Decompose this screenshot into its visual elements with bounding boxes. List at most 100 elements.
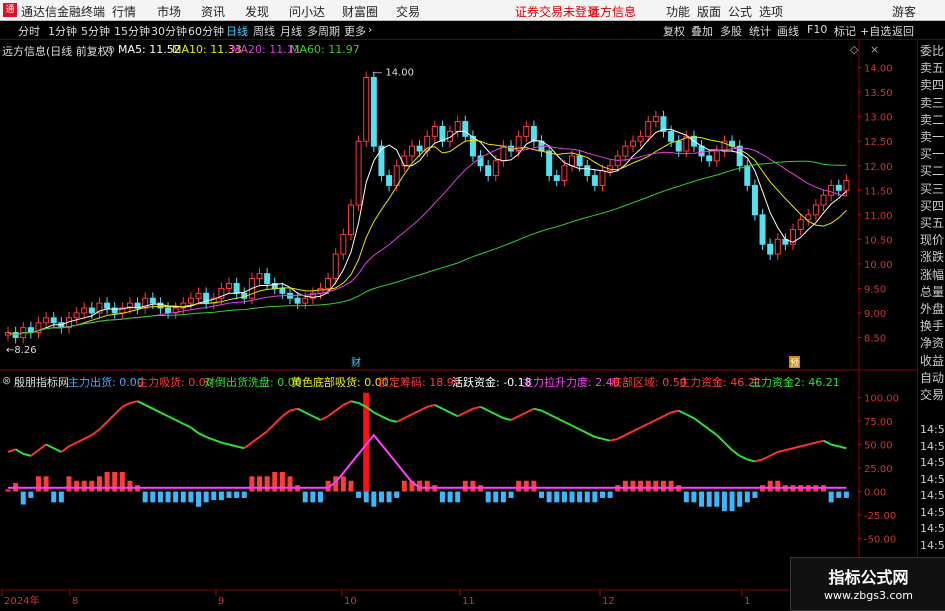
ind-main-line-seg <box>198 432 207 438</box>
period-weekly[interactable]: 周线 <box>253 23 275 39</box>
candle-body <box>401 155 408 167</box>
ind-bar-down <box>699 491 705 507</box>
indicator-settings-icon[interactable]: ⊗ <box>2 374 11 387</box>
side-panel-item-12[interactable]: 涨跌 <box>920 250 944 265</box>
tongji-button[interactable]: 统计 <box>749 23 771 39</box>
fuquan-button[interactable]: 复权 <box>663 23 685 39</box>
side-panel-item-16[interactable]: 换手 <box>920 319 944 334</box>
menu-gongneng[interactable]: 功能 <box>666 3 690 20</box>
biaoji-button[interactable]: 标记 <box>834 23 856 39</box>
candle-body <box>751 184 758 216</box>
ind-main-line-seg <box>808 441 817 446</box>
settings-icon[interactable]: ⊗ <box>106 43 115 56</box>
back-button[interactable]: 返回 <box>892 23 914 39</box>
side-panel-item-17[interactable]: 净资 <box>920 336 944 351</box>
trade-time-3: 14:56 <box>920 472 945 486</box>
ind-main-line-seg <box>441 407 451 414</box>
low-price-marker: ←8.26 <box>6 345 37 356</box>
period-15min[interactable]: 15分钟 <box>114 23 150 39</box>
ind-main-line-seg <box>830 443 839 448</box>
ind-bar-down <box>729 491 735 512</box>
menu-xuanxiang[interactable]: 选项 <box>759 3 783 20</box>
ind-bar-down <box>310 491 316 503</box>
period-5min[interactable]: 5分钟 <box>81 23 110 39</box>
side-panel-item-10[interactable]: 买五 <box>920 216 944 231</box>
side-panel-item-4[interactable]: 卖二 <box>920 113 944 128</box>
side-panel-item-2[interactable]: 卖四 <box>920 78 944 93</box>
ind-main-line-seg <box>624 430 634 436</box>
user-label[interactable]: 游客 <box>892 3 916 20</box>
menu-zixun[interactable]: 资讯 <box>201 3 225 20</box>
ind-main-line-seg <box>381 415 390 421</box>
menu-caifuquan[interactable]: 财富圈 <box>342 3 378 20</box>
side-panel-item-8[interactable]: 买三 <box>920 182 944 197</box>
ind-main-line-seg <box>373 411 382 418</box>
side-panel-item-7[interactable]: 买二 <box>920 164 944 179</box>
side-panel-item-0[interactable]: 委比 <box>920 44 944 59</box>
period-multi[interactable]: 多周期 <box>307 23 340 39</box>
side-panel-item-20[interactable]: 交易 <box>920 388 944 403</box>
ind-main-line-seg <box>533 407 542 412</box>
menu-shichang[interactable]: 市场 <box>157 3 181 20</box>
ind-bar-down <box>584 491 590 503</box>
ind-main-line-seg <box>388 419 397 423</box>
menu-hangqing[interactable]: 行情 <box>112 3 136 20</box>
side-panel-item-1[interactable]: 卖五 <box>920 61 944 76</box>
side-panel-item-6[interactable]: 买一 <box>920 147 944 162</box>
period-30min[interactable]: 30分钟 <box>151 23 187 39</box>
candle-body <box>774 238 781 255</box>
ind-main-line-seg <box>335 404 344 412</box>
chart-canvas[interactable]: 14.00 13.50 13.00 12.50 12.00 11.50 11.00 10.50… <box>0 40 917 609</box>
side-panel-item-9[interactable]: 买四 <box>920 199 944 214</box>
period-fenshi[interactable]: 分时 <box>18 23 40 39</box>
side-panel-item-14[interactable]: 总量 <box>920 285 944 300</box>
side-panel-item-18[interactable]: 收益 <box>920 354 944 369</box>
menu-faxian[interactable]: 发现 <box>245 3 269 20</box>
ind-bar-down <box>500 491 506 503</box>
menu-wenxiaoda[interactable]: 问小达 <box>289 3 325 20</box>
huaxian-button[interactable]: 画线 <box>777 23 799 39</box>
period-60min[interactable]: 60分钟 <box>188 23 224 39</box>
ind-main-line-seg <box>68 441 78 448</box>
menu-gongshi[interactable]: 公式 <box>728 3 752 20</box>
menu-jiaoyi[interactable]: 交易 <box>396 3 420 20</box>
period-1min[interactable]: 1分钟 <box>48 23 77 39</box>
trade-time-0: 14:56 <box>920 423 945 436</box>
duogu-button[interactable]: 多股 <box>720 23 742 39</box>
period-daily[interactable]: 日线 <box>226 23 248 39</box>
diamond-icon[interactable]: ◇ <box>850 43 858 56</box>
ind-y-tick-label: 25.00 <box>864 464 893 475</box>
side-panel-item-11[interactable]: 现价 <box>920 233 944 248</box>
ind-main-line-seg <box>777 449 786 453</box>
add-favorite-button[interactable]: +自选 <box>860 23 891 39</box>
side-panel-item-15[interactable]: 外盘 <box>920 302 944 317</box>
close-icon[interactable]: × <box>870 43 879 56</box>
trade-time-1: 14:56 <box>920 439 945 453</box>
trade-login-notice[interactable]: 证券交易未登录 <box>515 3 599 20</box>
ind-y-tick-label: 50.00 <box>864 440 893 451</box>
period-more[interactable]: 更多 <box>344 23 366 39</box>
indicator-name: 殷朋指标网 <box>14 376 69 389</box>
f10-button[interactable]: F10 <box>807 23 827 36</box>
date-label: 2024年 <box>4 594 39 607</box>
side-panel-item-5[interactable]: 卖一 <box>920 130 944 145</box>
side-panel-item-19[interactable]: 自动 <box>920 371 944 386</box>
ind-bar-down <box>142 491 148 503</box>
diejia-button[interactable]: 叠加 <box>691 23 713 39</box>
side-panel-item-13[interactable]: 涨幅 <box>920 268 944 283</box>
side-panel-item-3[interactable]: 卖三 <box>920 96 944 111</box>
menu-banmian[interactable]: 版面 <box>697 3 721 20</box>
period-monthly[interactable]: 月线 <box>280 23 302 39</box>
indicator-header: ⊗ 殷朋指标网 主力出货: 0.00 主力吸货: 0.00 对倒出货洗盘: 0.00… <box>2 374 902 389</box>
ind-main-line-seg <box>37 443 47 451</box>
candle-body <box>58 322 65 329</box>
main-y-tick-label: 11.00 <box>864 211 893 222</box>
ind-main-line-seg <box>243 441 253 450</box>
event-marker-yu: 预 <box>790 358 799 369</box>
date-label: 11 <box>462 596 475 607</box>
ind-main-line-seg <box>754 458 763 463</box>
date-label: 1 <box>744 596 750 607</box>
chevron-right-icon[interactable]: › <box>368 23 372 36</box>
ind-bar-down <box>378 491 384 503</box>
main-y-tick-label: 12.00 <box>864 162 893 173</box>
